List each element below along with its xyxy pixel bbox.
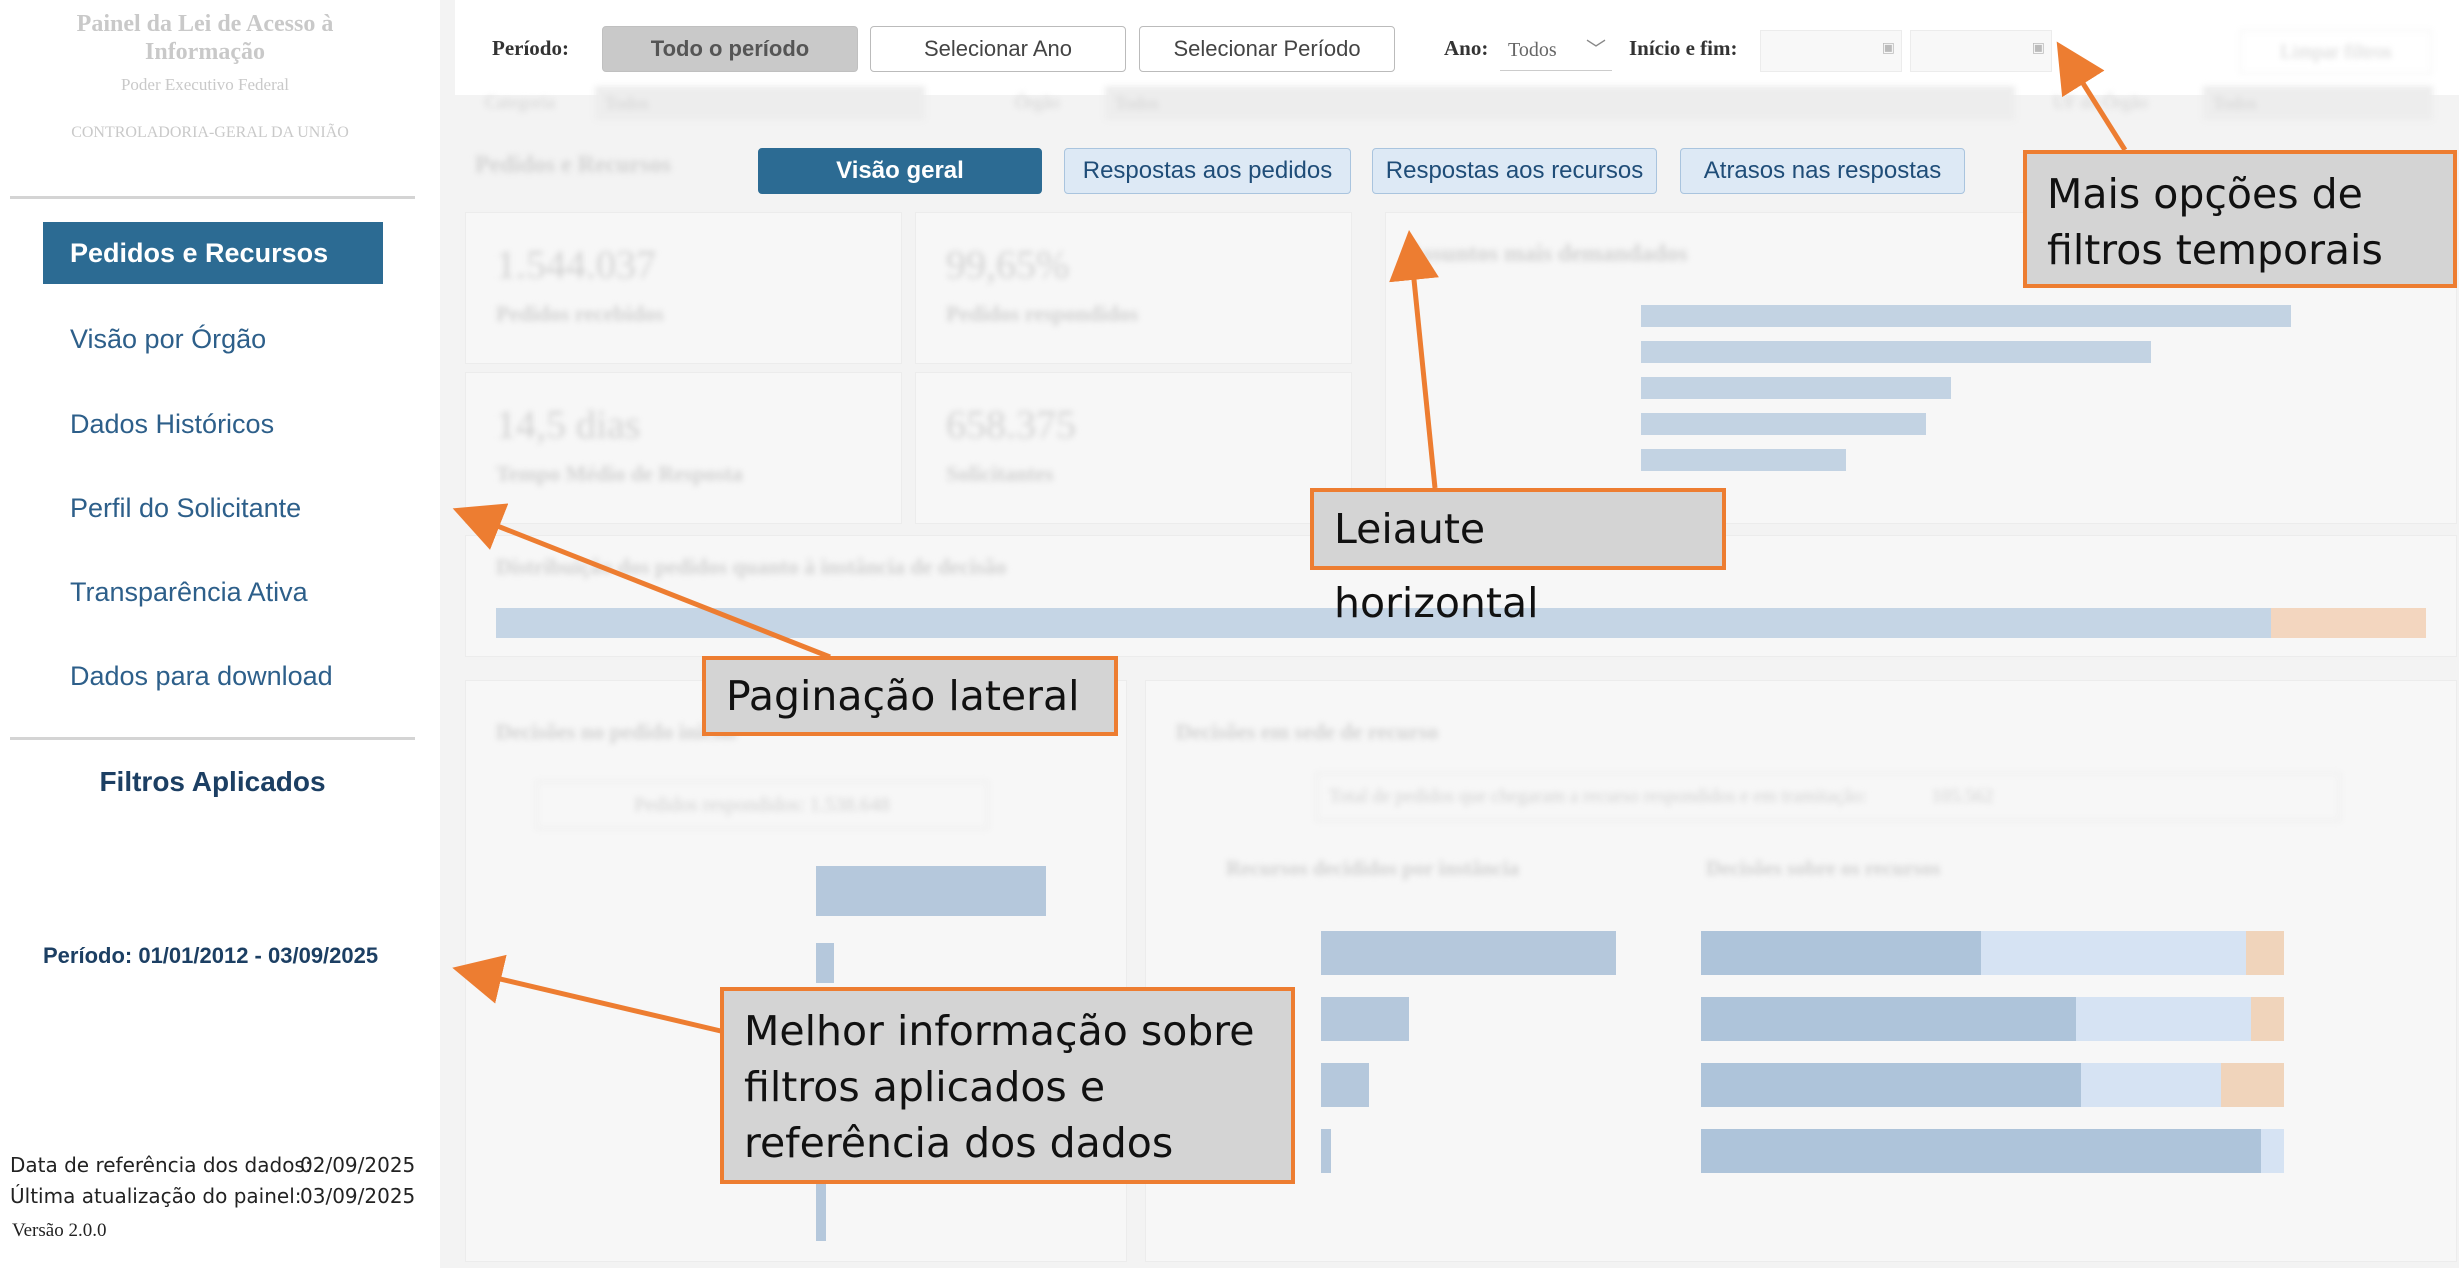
kpi-value: 1.544.037 — [496, 242, 656, 287]
clear-filters-button[interactable]: Limpar filtros — [2240, 30, 2432, 74]
organ-label: Órgão — [1015, 92, 1060, 112]
sidebar-item-pedidos-recursos[interactable]: Pedidos e Recursos — [43, 222, 383, 284]
appeal-left-title: Recursos decididos por instância — [1226, 856, 1520, 880]
kpi-card-pedidos-recebidos: 1.544.037 Pedidos recebidos — [465, 212, 902, 364]
appeal-stack-bar — [1701, 1063, 2081, 1107]
kpi-value: 99,65% — [946, 242, 1070, 287]
appeal-stack-bar — [2246, 931, 2284, 975]
last-update-label: Última atualização do painel: — [10, 1184, 302, 1208]
select-year-button[interactable]: Selecionar Ano — [870, 26, 1126, 72]
topic-bar — [1641, 413, 1926, 435]
callout-side-pagination: Paginação lateral — [702, 656, 1118, 736]
topic-bar — [1641, 449, 1846, 471]
year-select-value: Todos — [1508, 39, 1557, 61]
callout-time-filters: Mais opções de filtros temporais — [2023, 150, 2457, 288]
appeal-title: Decisões em sede de recurso — [1176, 719, 1439, 744]
appeal-bar — [1321, 1129, 1331, 1173]
appeal-stack-bar — [1701, 1129, 2261, 1173]
appeal-stack-bar — [2221, 1063, 2284, 1107]
year-select[interactable]: Todos ﹀ — [1500, 30, 1612, 71]
period-label: Período: — [492, 36, 569, 60]
decisions-answered-label: Pedidos respondidos: — [634, 794, 805, 816]
tab-atrasos-respostas[interactable]: Atrasos nas respostas — [1680, 148, 1965, 194]
start-end-label: Início e fim: — [1629, 36, 1738, 60]
sidebar-item-dados-historicos[interactable]: Dados Históricos — [43, 393, 274, 455]
sidebar-org: CONTROLADORIA-GERAL DA UNIÃO — [71, 124, 349, 141]
year-label: Ano: — [1444, 36, 1489, 60]
kpi-value: 658.375 — [946, 402, 1076, 447]
end-date-input[interactable]: ▣ — [1910, 30, 2052, 72]
sidebar-item-transparencia-ativa[interactable]: Transparência Ativa — [43, 561, 308, 623]
sidebar-divider-2 — [10, 737, 415, 740]
kpi-label: Pedidos recebidos — [496, 301, 664, 326]
kpi-card-pedidos-respondidos: 99,65% Pedidos respondidos — [915, 212, 1352, 364]
data-reference-value: 02/09/2025 — [300, 1153, 416, 1177]
appeal-bar — [1321, 997, 1409, 1041]
chevron-down-icon: ﹀ — [1586, 39, 1606, 61]
topic-bar — [1641, 305, 2291, 327]
appeal-stack-bar — [2251, 997, 2284, 1041]
sidebar: Painel da Lei de Acesso à Informação Pod… — [0, 0, 440, 1268]
topics-title: Assuntos mais demandados — [1406, 241, 1688, 267]
section-title: Pedidos e Recursos — [475, 152, 671, 178]
tab-respostas-pedidos[interactable]: Respostas aos pedidos — [1064, 148, 1351, 194]
calendar-icon: ▣ — [1881, 39, 1895, 55]
appeal-bar — [1321, 931, 1616, 975]
last-update-value: 03/09/2025 — [300, 1184, 416, 1208]
sidebar-item-visao-orgao[interactable]: Visão por Órgão — [43, 308, 266, 370]
kpi-label: Pedidos respondidos — [946, 301, 1139, 326]
appeal-total-value: 105.562 — [1931, 786, 1994, 807]
appeal-total-label: Total de pedidos que chegaram a recurso … — [1329, 786, 1867, 807]
calendar-icon: ▣ — [2031, 39, 2045, 55]
sidebar-item-perfil-solicitante[interactable]: Perfil do Solicitante — [43, 477, 301, 539]
decision-bar — [816, 866, 1046, 916]
applied-period: Período: 01/01/2012 - 03/09/2025 — [43, 943, 379, 968]
decisions-answered-value: 1.538.648 — [809, 794, 890, 816]
kpi-label: Solicitantes — [946, 461, 1054, 486]
callout-horizontal-layout: Leiaute horizontal — [1310, 488, 1726, 627]
callout-filters-info: Melhor informação sobre filtros aplicado… — [720, 987, 1295, 1184]
tab-visao-geral[interactable]: Visão geral — [758, 148, 1042, 194]
decisions-answered: Pedidos respondidos: 1.538.648 — [536, 781, 988, 829]
version-label: Versão 2.0.0 — [12, 1220, 107, 1241]
appeal-stack-bar — [1701, 931, 1981, 975]
decision-bar — [816, 943, 834, 983]
tab-respostas-recursos[interactable]: Respostas aos recursos — [1372, 148, 1657, 194]
sidebar-divider — [10, 196, 415, 199]
kpi-card-tempo-medio: 14,5 dias Tempo Médio de Resposta — [465, 372, 902, 524]
start-date-input[interactable]: ▣ — [1760, 30, 1902, 72]
decisions-title: Decisões no pedido inicial — [496, 719, 737, 744]
kpi-value: 14,5 dias — [496, 402, 641, 447]
appeal-bar — [1321, 1063, 1369, 1107]
sidebar-item-dados-download[interactable]: Dados para download — [43, 645, 333, 707]
appeal-stack-bar — [1701, 997, 2076, 1041]
distribution-title: Distribuição dos pedidos quanto à instân… — [496, 554, 1007, 579]
appeal-stack-bar — [2261, 1129, 2284, 1173]
appeal-stack-bar — [2081, 1063, 2221, 1107]
organ-select[interactable]: Todos — [1105, 86, 2015, 120]
appeal-right-title: Decisões sobre os recursos — [1706, 856, 1941, 880]
filters-applied-title: Filtros Aplicados — [99, 766, 326, 797]
all-period-button[interactable]: Todo o período — [602, 26, 858, 72]
category-select[interactable]: Todos — [595, 86, 925, 120]
topic-bar — [1641, 341, 2151, 363]
sidebar-title: Painel da Lei de Acesso à Informação — [76, 11, 334, 65]
distribution-bar-appeal — [2271, 608, 2426, 638]
appeal-card: Decisões em sede de recurso Total de ped… — [1145, 680, 2457, 1262]
appeal-total: Total de pedidos que chegaram a recurso … — [1316, 773, 2340, 821]
sidebar-subtitle: Poder Executivo Federal — [120, 75, 290, 94]
category-label: Categoria — [485, 92, 555, 112]
extra-select[interactable]: Todos — [2203, 86, 2433, 120]
extra-label: UF do Órgão — [2053, 92, 2148, 112]
select-period-button[interactable]: Selecionar Período — [1139, 26, 1395, 72]
appeal-stack-bar — [1981, 931, 2246, 975]
decision-bar — [816, 1181, 826, 1241]
topic-bar — [1641, 377, 1951, 399]
data-reference-label: Data de referência dos dados: — [10, 1153, 312, 1177]
appeal-stack-bar — [2076, 997, 2251, 1041]
kpi-label: Tempo Médio de Resposta — [496, 461, 743, 486]
kpi-card-solicitantes: 658.375 Solicitantes — [915, 372, 1352, 524]
